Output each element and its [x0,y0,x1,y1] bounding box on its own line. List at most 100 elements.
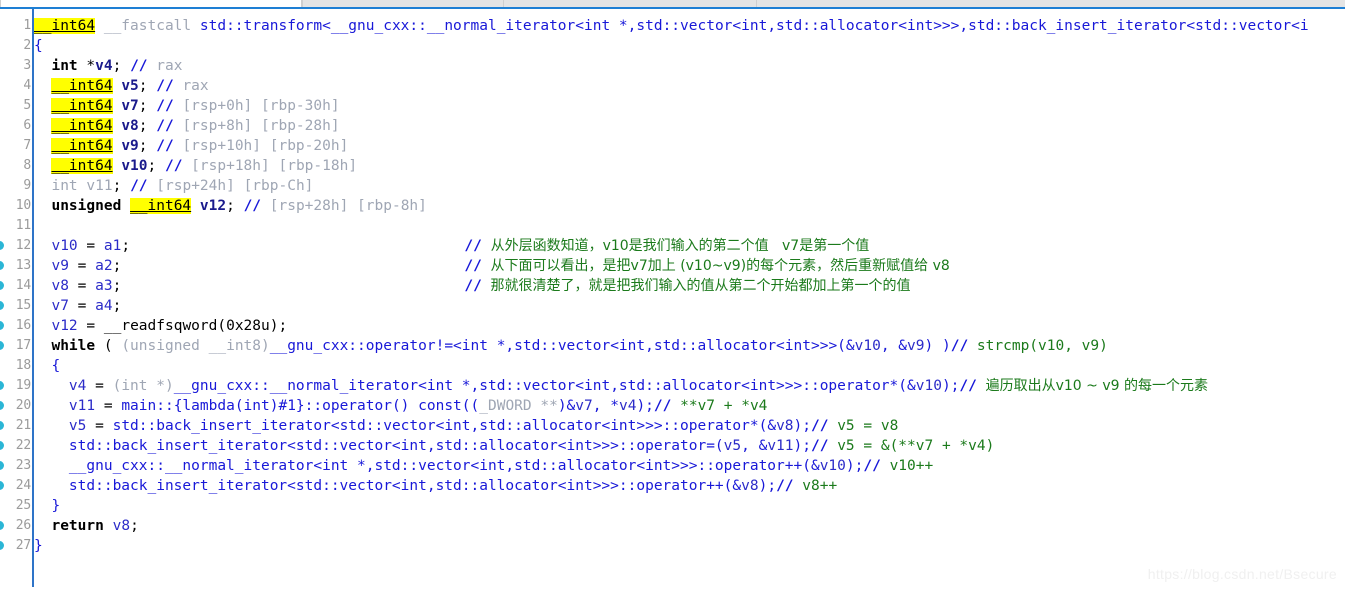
code-line[interactable]: __int64 v7; // [rsp+0h] [rbp-30h] [34,96,340,116]
tab-2[interactable] [503,0,757,7]
line-number: 9 [23,178,31,193]
code-token-dim: [rsp+24h] [rbp-Ch] [147,178,314,194]
line-number: 10 [15,198,31,213]
code-line[interactable]: v11 = main::{lambda(int)#1}::operator() … [34,396,768,416]
pseudocode-editor[interactable]: 1 2 3 4 5 6 7 8 9 10 11 12 13 14 15 16 17 18 19 20 21 22 23 24 2… [0,9,1345,590]
line-number: 6 [23,118,31,133]
breakpoint-margin[interactable] [0,9,9,590]
code-line[interactable]: __int64 v8; // [rsp+8h] [rbp-28h] [34,116,340,136]
line-marker-dot[interactable] [0,401,4,410]
code-token-dim: [rsp+10h] [rbp-20h] [173,138,349,154]
code-token-cmt: strcmp(v10, v9) [976,338,1108,354]
code-token-cmt-mk: // [156,118,174,134]
code-token-dim: [rsp+8h] [rbp-28h] [173,118,340,134]
line-marker-dot[interactable] [0,301,4,310]
code-line[interactable]: { [34,356,60,376]
code-line[interactable]: __int64 v5; // rax [34,76,209,96]
code-line[interactable]: std::back_insert_iterator<std::vector<in… [34,476,837,496]
line-number: 8 [23,158,31,173]
line-marker-dot[interactable] [0,461,4,470]
code-line[interactable]: v10 = a1; // 从外层函数知道，v10是我们输入的第二个值 v7是第一个… [34,236,869,256]
code-token-var-d: v8 [121,118,139,134]
code-token-plain: = [95,398,122,414]
code-token-cmt: v5 = &(**v7 + *v4) [837,438,995,454]
code-token-cmt-mk: // [811,438,838,454]
line-marker-dot[interactable] [0,261,4,270]
code-token-plain: ; [112,58,131,74]
tab-strip[interactable] [0,0,1345,9]
code-token-plain: * [77,58,96,74]
code-token-lib: ); [845,458,864,474]
code-line[interactable]: __int64 __fastcall std::transform<__gnu_… [34,16,1309,36]
code-line[interactable]: v5 = std::back_insert_iterator<std::vect… [34,416,898,436]
code-line[interactable]: int *v4; // rax [34,56,182,76]
code-line[interactable]: v7 = a4; [34,296,121,316]
tab-3[interactable] [756,0,1345,7]
code-line[interactable]: v4 = (int *)__gnu_cxx::__normal_iterator… [34,376,1208,396]
code-line[interactable]: __int64 v10; // [rsp+18h] [rbp-18h] [34,156,357,176]
code-token-var: v12 [51,318,78,334]
code-token-var: v10 [51,238,78,254]
line-marker-dot[interactable] [0,341,4,350]
line-marker-dot[interactable] [0,381,4,390]
inline-comment: 从外层函数知道，v10是我们输入的第二个值 v7是第一个值 [490,238,870,254]
code-token-lib: ); [758,478,777,494]
code-token-var: v4 [618,398,637,414]
code-token-plain: ( [95,338,122,354]
code-token-var: v5 [723,438,742,454]
line-marker-dot[interactable] [0,541,4,550]
line-marker-dot[interactable] [0,441,4,450]
code-line[interactable]: __gnu_cxx::__normal_iterator<int *,std::… [34,456,933,476]
code-token-type-hl: __int64 [51,78,113,94]
code-token-dim: rax [173,78,209,94]
code-token-cmt-mk: // [811,418,838,434]
code-token-var: v11 [767,438,794,454]
code-line[interactable]: return v8; [34,516,138,536]
line-marker-dot[interactable] [0,421,4,430]
line-marker-dot[interactable] [0,281,4,290]
code-token-type-hl: __int64 [51,118,113,134]
code-area[interactable]: __int64 __fastcall std::transform<__gnu_… [34,9,1345,590]
line-marker-dot[interactable] [0,481,4,490]
code-token-lib: __gnu_cxx::operator!=<int *,std::vector<… [269,338,855,354]
code-line[interactable]: int v11; // [rsp+24h] [rbp-Ch] [34,176,313,196]
code-line[interactable]: v8 = a3; // 那就很清楚了，就是把我们输入的值从第二个开始都加上第一个的… [34,276,910,296]
code-token-type-hl: __int64 [51,158,113,174]
code-token-var: v8 [741,478,759,494]
line-number: 22 [15,438,31,453]
code-token-lib: std::back_insert_iterator<std::vector<in… [68,438,724,454]
code-token-plain: ; [112,178,131,194]
code-token-plain: ; [112,298,122,314]
code-line[interactable]: __int64 v9; // [rsp+10h] [rbp-20h] [34,136,348,156]
code-line[interactable]: v9 = a2; // 从下面可以看出，是把v7加上 (v10~v9)的每个元素，… [34,256,949,276]
code-token-kw: unsigned [51,198,122,214]
code-token-var: v8 [51,278,69,294]
tab-1[interactable] [302,0,504,7]
code-token-lib: ); [793,438,811,454]
code-token-lib: __gnu_cxx::__normal_iterator<int *,std::… [173,378,916,394]
line-marker-dot[interactable] [0,321,4,330]
code-line[interactable]: while ( (unsigned __int8)__gnu_cxx::oper… [34,336,1108,356]
line-marker-dot[interactable] [0,241,4,250]
code-token-var: v8 [112,518,131,534]
code-line[interactable]: { [34,36,43,56]
code-token-var-d: v12 [199,198,227,214]
code-line[interactable]: } [34,496,60,516]
code-line[interactable]: unsigned __int64 v12; // [rsp+28h] [rbp-… [34,196,427,216]
code-line[interactable]: v12 = __readfsqword(0x28u); [34,316,287,336]
tab-0[interactable] [0,0,302,7]
code-token-dim: _DWORD ** [479,398,558,414]
code-token-lib: std::back_insert_iterator<std::vector<in… [68,478,742,494]
code-line[interactable]: std::back_insert_iterator<std::vector<in… [34,436,994,456]
line-marker-dot[interactable] [0,521,4,530]
code-line[interactable]: } [34,536,43,556]
